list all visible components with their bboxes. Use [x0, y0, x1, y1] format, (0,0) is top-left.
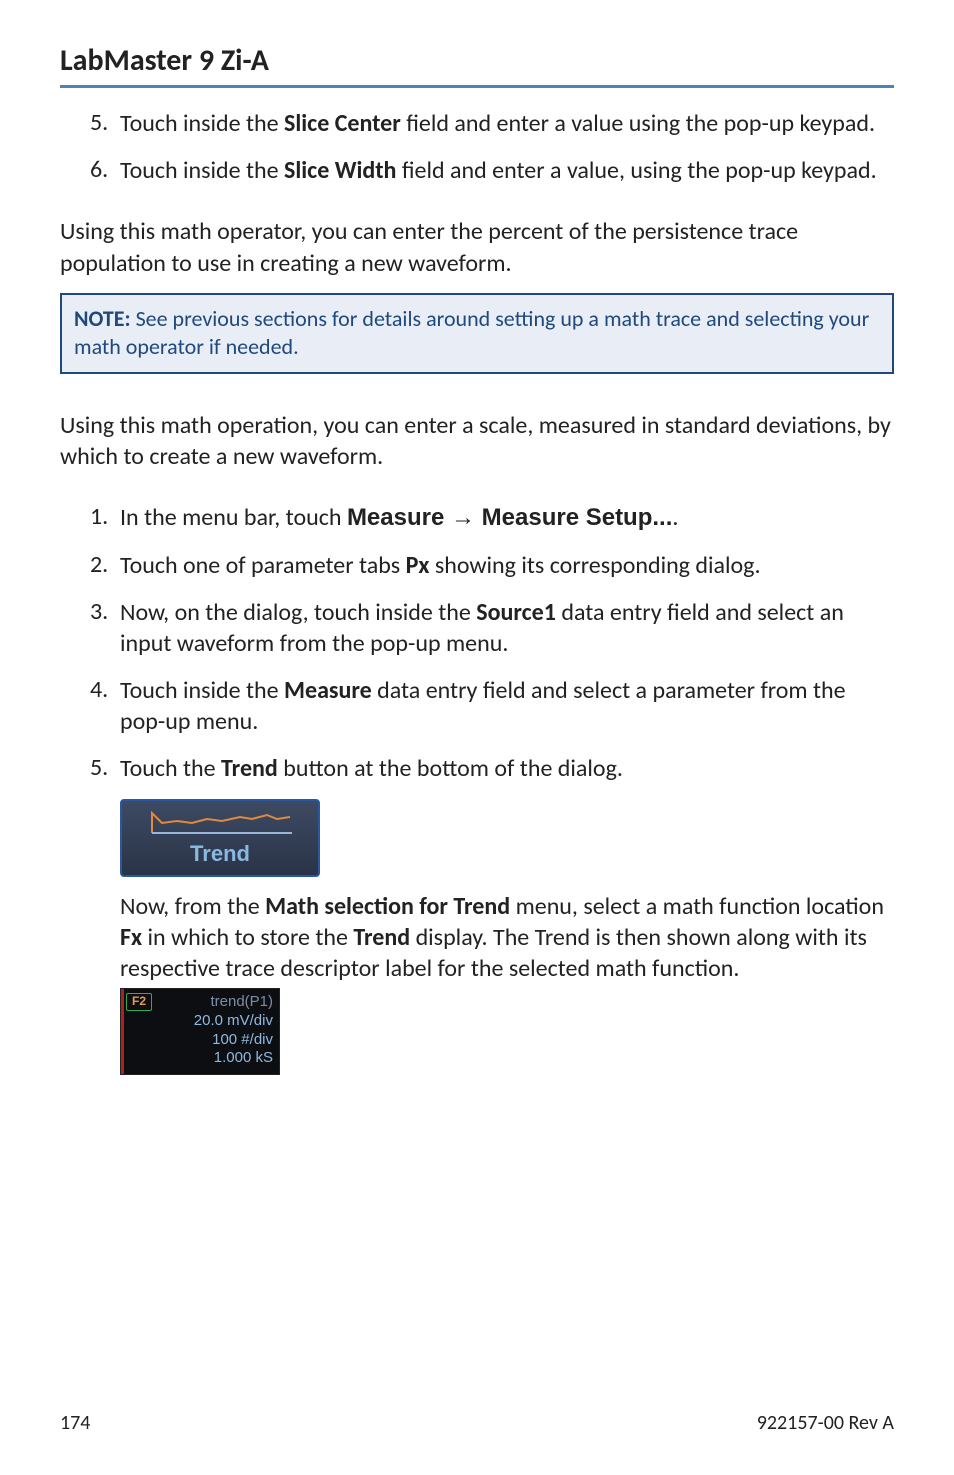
list-number: 5. [60, 753, 120, 1075]
trend-button-image: Trend [120, 799, 320, 877]
list-item: 5. Touch inside the Slice Center field a… [60, 108, 894, 139]
trend-sparkline-icon [122, 801, 318, 845]
note-label: NOTE: [74, 305, 131, 332]
list-text: Touch inside the Slice Width field and e… [120, 155, 894, 186]
list-text: Touch inside the Slice Center field and … [120, 108, 894, 139]
text: menu, select a math function location [510, 892, 884, 921]
paragraph: Now, from the Math selection for Trend m… [120, 891, 894, 985]
list-number: 5. [60, 108, 120, 139]
list-item: 5. Touch the Trend button at the bottom … [60, 753, 894, 1075]
note-box: NOTE: See previous sections for details … [60, 293, 894, 374]
bold-text: Slice Center [284, 109, 401, 138]
list-number: 1. [60, 502, 120, 533]
page-number: 174 [60, 1411, 90, 1435]
bold-text: Trend [221, 754, 278, 783]
list-number: 4. [60, 675, 120, 737]
text: button at the bottom of the dialog. [278, 754, 623, 783]
list-number: 3. [60, 597, 120, 659]
bold-text: Trend [353, 923, 410, 952]
list-item: 3. Now, on the dialog, touch inside the … [60, 597, 894, 659]
text: . [672, 503, 678, 532]
list-item: 1. In the menu bar, touch Measure → Meas… [60, 502, 894, 533]
list-text: In the menu bar, touch Measure → Measure… [120, 502, 894, 533]
bold-text: Slice Width [284, 156, 396, 185]
step-list-1: 5. Touch inside the Slice Center field a… [60, 108, 894, 186]
trace-descriptor-image: F2 trend(P1) 20.0 mV/div 100 #/div 1.000… [120, 988, 280, 1075]
text: Touch inside the [120, 676, 284, 705]
bold-text: Source1 [476, 598, 556, 627]
bold-text: Px [406, 551, 430, 580]
divider [60, 85, 894, 88]
bold-text: Math selection for Trend [265, 892, 510, 921]
text: field and enter a value, using the pop-u… [396, 156, 876, 185]
document-id: 922157-00 Rev A [757, 1411, 894, 1435]
bold-text: Measure [284, 676, 372, 705]
list-text: Touch one of parameter tabs Px showing i… [120, 550, 894, 581]
descriptor-badge: F2 [126, 993, 152, 1011]
paragraph: Using this math operator, you can enter … [60, 216, 894, 278]
bold-text: Fx [120, 923, 142, 952]
text: field and enter a value using the pop-up… [401, 109, 875, 138]
descriptor-line: 100 #/div [127, 1031, 273, 1050]
list-item: 6. Touch inside the Slice Width field an… [60, 155, 894, 186]
note-text: See previous sections for details around… [74, 305, 869, 361]
list-number: 6. [60, 155, 120, 186]
text: Touch one of parameter tabs [120, 551, 406, 580]
text: In the menu bar, touch [120, 503, 347, 532]
bold-text: Measure → Measure Setup... [347, 504, 672, 531]
text: Touch inside the [120, 109, 284, 138]
step-list-2: 1. In the menu bar, touch Measure → Meas… [60, 502, 894, 1075]
page-title: LabMaster 9 Zi-A [60, 42, 894, 79]
text: Touch the [120, 754, 221, 783]
document-page: LabMaster 9 Zi-A 5. Touch inside the Sli… [0, 0, 954, 1475]
list-text: Now, on the dialog, touch inside the Sou… [120, 597, 894, 659]
text: Touch inside the [120, 156, 284, 185]
list-item: 2. Touch one of parameter tabs Px showin… [60, 550, 894, 581]
text: showing its corresponding dialog. [429, 551, 760, 580]
list-item: 4. Touch inside the Measure data entry f… [60, 675, 894, 737]
text: Now, on the dialog, touch inside the [120, 598, 476, 627]
descriptor-accent [121, 989, 124, 1074]
list-text: Touch the Trend button at the bottom of … [120, 753, 894, 1075]
trend-button-label: Trend [122, 843, 318, 871]
text: in which to store the [142, 923, 353, 952]
descriptor-line: 20.0 mV/div [127, 1012, 273, 1031]
list-text: Touch inside the Measure data entry fiel… [120, 675, 894, 737]
page-footer: 174 922157-00 Rev A [60, 1411, 894, 1435]
text: Now, from the [120, 892, 265, 921]
descriptor-line: 1.000 kS [127, 1049, 273, 1068]
list-number: 2. [60, 550, 120, 581]
paragraph: Using this math operation, you can enter… [60, 410, 894, 472]
